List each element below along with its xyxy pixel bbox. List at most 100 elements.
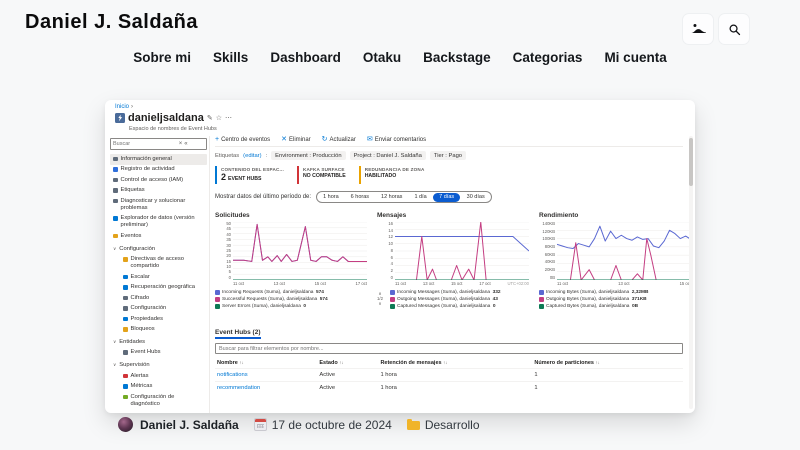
nav-link[interactable]: Skills xyxy=(213,50,248,65)
nav-link[interactable]: Sobre mi xyxy=(133,50,191,65)
avatar[interactable] xyxy=(118,417,133,432)
more-icon[interactable]: ⋯ xyxy=(225,115,232,122)
chart-rendimiento[interactable]: Rendimiento140KB120KB100KB80KB60KB40KB20… xyxy=(539,212,691,309)
toolbar-button[interactable]: +Centro de eventos xyxy=(215,136,270,143)
sidebar-group[interactable]: ∨Entidades xyxy=(110,337,207,348)
nav-link[interactable]: Backstage xyxy=(423,50,491,65)
sidebar-item[interactable]: Cifrado xyxy=(110,293,207,304)
toolbar-button[interactable]: ↻Actualizar xyxy=(322,136,356,143)
legend-swatch xyxy=(539,290,544,295)
legend-item[interactable]: Captured Messages (Suma), danieljsaldana… xyxy=(390,304,529,309)
scrollbar[interactable] xyxy=(689,136,693,409)
event-hub-link[interactable]: recommendation xyxy=(215,382,317,395)
portal-sidebar: × « Información generalRegistro de activ… xyxy=(110,138,207,409)
toolbar-button[interactable]: ✉Enviar comentarios xyxy=(367,136,426,143)
table-row[interactable]: recommendationActive1 hora1 xyxy=(215,382,683,395)
sidebar-search-input[interactable] xyxy=(113,141,177,147)
time-option[interactable]: 1 día xyxy=(408,193,432,202)
edit-icon[interactable]: ✎ xyxy=(207,115,213,122)
sidebar-item[interactable]: Recuperación geográfica xyxy=(110,282,207,293)
legend-item[interactable]: Server Errors (Suma), danieljsaldana0 xyxy=(215,304,367,309)
sidebar-item[interactable]: Bloqueos xyxy=(110,325,207,336)
clear-icon[interactable]: × xyxy=(179,141,183,147)
sidebar-item[interactable]: Alertas xyxy=(110,371,207,382)
tag-pill[interactable]: Tier : Pago xyxy=(430,151,466,160)
sidebar-item[interactable]: Etiquetas xyxy=(110,186,207,197)
sidebar-group[interactable]: ∨Supervisión xyxy=(110,360,207,371)
chart-area[interactable] xyxy=(395,222,529,280)
sidebar-item[interactable]: Registro de actividad xyxy=(110,165,207,176)
nav-link[interactable]: Categorias xyxy=(513,50,583,65)
table-row[interactable]: notificationsActive1 hora1 xyxy=(215,369,683,382)
tag-pill[interactable]: Environment : Producción xyxy=(271,151,345,160)
time-option[interactable]: 7 días xyxy=(433,193,460,202)
sort-icon[interactable]: ↑↓ xyxy=(339,360,343,365)
sidebar-item[interactable]: Diagnosticar y solucionar problemas xyxy=(110,196,207,214)
sidebar-item[interactable]: Métricas xyxy=(110,381,207,392)
sidebar-item[interactable]: Event Hubs xyxy=(110,348,207,359)
site-logo[interactable]: Daniel J. Saldaña xyxy=(25,11,198,34)
legend-pager[interactable]: ∧1/2∨ xyxy=(377,291,383,306)
sidebar-search[interactable]: × « xyxy=(110,138,207,150)
chart-mensajes[interactable]: Mensajes161412108642011 oct13 oct15 oct1… xyxy=(377,212,529,309)
time-range-selector[interactable]: 1 hora6 horas12 horas1 día7 días30 días xyxy=(316,191,492,203)
time-option[interactable]: 12 horas xyxy=(375,193,408,202)
event-hubs-tab[interactable]: Event Hubs (2) xyxy=(215,329,261,339)
legend-swatch xyxy=(539,304,544,309)
nav-link[interactable]: Otaku xyxy=(363,50,401,65)
toolbar-button[interactable]: ✕Eliminar xyxy=(281,136,311,143)
sidebar-item[interactable]: Configuración de diagnóstico xyxy=(110,392,207,410)
theme-toggle-button[interactable] xyxy=(682,13,714,45)
post-image-azure-portal[interactable]: Inicio› danieljsaldana ✎ ☆ ⋯ Espacio de … xyxy=(105,100,695,413)
sidebar-item[interactable]: Control de acceso (IAM) xyxy=(110,175,207,186)
legend-item[interactable]: Outgoing Messages (Suma), danieljsaldana… xyxy=(390,297,529,302)
legend-item[interactable]: Incoming Messages (Suma), danieljsaldana… xyxy=(390,290,529,295)
legend-swatch xyxy=(390,290,395,295)
chart-area[interactable] xyxy=(233,222,367,280)
scrollbar-thumb[interactable] xyxy=(689,138,693,186)
time-option[interactable]: 6 horas xyxy=(345,193,375,202)
sidebar-item[interactable]: Propiedades xyxy=(110,314,207,325)
pager-down-icon[interactable]: ∨ xyxy=(378,301,381,306)
sidebar-item[interactable]: Configuración xyxy=(110,303,207,314)
table-column-header[interactable]: Nombre ↑↓ xyxy=(215,357,317,369)
nav-link[interactable]: Mi cuenta xyxy=(604,50,666,65)
sidebar-item[interactable]: Directivas de acceso compartido xyxy=(110,254,207,272)
nav-link[interactable]: Dashboard xyxy=(270,50,341,65)
post-author[interactable]: Daniel J. Saldaña xyxy=(140,418,239,432)
y-tick: 0B xyxy=(539,276,555,280)
sort-icon[interactable]: ↑↓ xyxy=(443,360,447,365)
sidebar-item[interactable]: Explorador de datos (versión preliminar) xyxy=(110,214,207,232)
collapse-icon[interactable]: « xyxy=(184,141,187,147)
event-hubs-search-input[interactable] xyxy=(219,346,679,352)
legend-item[interactable]: Outgoing Bytes (Suma), danieljsaldana371… xyxy=(539,297,691,302)
breadcrumb[interactable]: Inicio› xyxy=(115,104,133,110)
y-tick: 80KB xyxy=(539,245,555,249)
search-button[interactable] xyxy=(718,13,750,45)
chart-solicitudes[interactable]: Solicitudes5045403530252015105011 oct13 … xyxy=(215,212,367,309)
event-hub-link[interactable]: notifications xyxy=(215,369,317,382)
sidebar-item[interactable]: Eventos xyxy=(110,231,207,242)
sidebar-group[interactable]: ∨Configuración xyxy=(110,244,207,255)
tag-pill[interactable]: Project : Daniel J. Saldaña xyxy=(350,151,426,160)
sidebar-item[interactable]: Escalar xyxy=(110,272,207,283)
legend-item[interactable]: Incoming Bytes (Suma), danieljsaldana2,3… xyxy=(539,290,691,295)
chart-area[interactable] xyxy=(557,222,691,280)
sort-icon[interactable]: ↑↓ xyxy=(596,360,600,365)
table-column-header[interactable]: Número de particiones ↑↓ xyxy=(532,357,683,369)
time-option[interactable]: 30 días xyxy=(461,193,491,202)
table-column-header[interactable]: Estado ↑↓ xyxy=(317,357,378,369)
time-option[interactable]: 1 hora xyxy=(317,193,345,202)
post-category[interactable]: Desarrollo xyxy=(407,418,480,432)
star-icon[interactable]: ☆ xyxy=(216,115,222,122)
table-column-header[interactable]: Retención de mensajes ↑↓ xyxy=(378,357,532,369)
tags-edit-link[interactable]: (editar) xyxy=(243,153,261,159)
post-category-text[interactable]: Desarrollo xyxy=(425,418,480,432)
breadcrumb-home[interactable]: Inicio xyxy=(115,104,129,110)
legend-item[interactable]: Captured Bytes (Suma), danieljsaldana0B xyxy=(539,304,691,309)
legend-item[interactable]: Successful Requests (Suma), danieljsalda… xyxy=(215,297,367,302)
legend-item[interactable]: Incoming Requests (Suma), danieljsaldana… xyxy=(215,290,367,295)
sidebar-item[interactable]: Información general xyxy=(110,154,207,165)
event-hubs-search[interactable] xyxy=(215,343,683,354)
sort-icon[interactable]: ↑↓ xyxy=(239,360,243,365)
